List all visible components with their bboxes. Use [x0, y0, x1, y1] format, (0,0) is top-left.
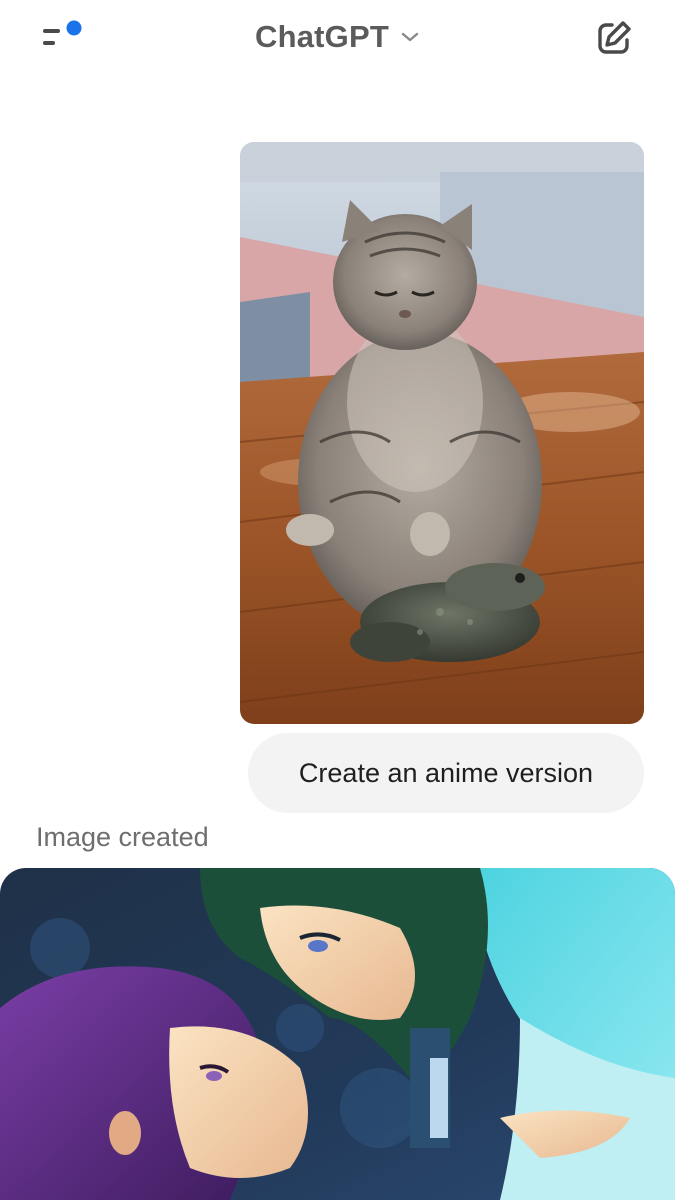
sidebar-menu-button[interactable]	[34, 14, 90, 60]
user-message-bubble: Create an anime version	[248, 733, 644, 813]
user-message-text: Create an anime version	[298, 757, 594, 788]
app-title: ChatGPT	[254, 19, 389, 54]
notification-dot-icon	[66, 20, 82, 36]
generated-anime-image	[0, 868, 675, 1200]
chat-screen: ChatGPT Create an anime version Image cr…	[0, 0, 675, 1200]
chevron-down-icon	[401, 32, 419, 42]
uploaded-photo-cat-and-frog	[240, 142, 644, 724]
new-chat-edit-icon	[598, 21, 631, 54]
uploaded-photo[interactable]	[240, 142, 644, 724]
top-bar: ChatGPT	[0, 0, 675, 76]
sidebar-menu-icon	[43, 20, 82, 45]
generated-image[interactable]	[0, 868, 675, 1200]
image-created-status: Image created	[36, 822, 209, 852]
new-chat-button[interactable]	[592, 16, 636, 60]
model-selector-button[interactable]: ChatGPT	[240, 14, 436, 60]
